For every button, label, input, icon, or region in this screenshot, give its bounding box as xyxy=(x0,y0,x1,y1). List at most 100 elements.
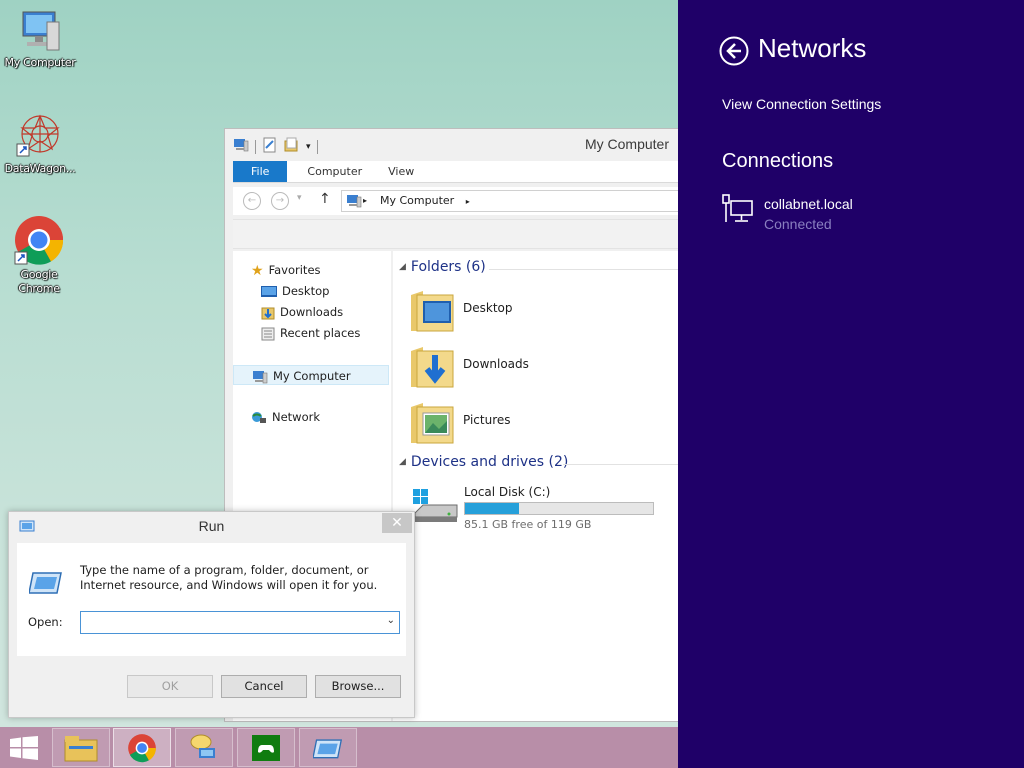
networks-charm-panel: Networks View Connection Settings Connec… xyxy=(678,0,1024,768)
drive-name: Local Disk (C:) xyxy=(464,485,551,499)
group-divider xyxy=(563,464,685,465)
properties-icon[interactable] xyxy=(262,137,278,156)
nav-label: Recent places xyxy=(280,326,361,340)
taskbar-chrome[interactable] xyxy=(113,728,171,767)
desktop-icon-label: Google Chrome xyxy=(18,268,60,295)
back-button[interactable]: ← xyxy=(243,192,261,210)
collapse-arrow-icon[interactable]: ◢ xyxy=(399,457,406,467)
drive-usage-bar xyxy=(464,502,654,515)
connections-header: Connections xyxy=(722,150,834,172)
ok-button[interactable]: OK xyxy=(127,675,213,698)
computer-small-icon xyxy=(347,195,362,208)
nav-label: Favorites xyxy=(268,263,321,277)
breadcrumb-my-computer[interactable]: My Computer xyxy=(380,194,454,207)
new-folder-icon[interactable] xyxy=(284,137,300,156)
back-button[interactable] xyxy=(719,36,749,69)
folder-name: Pictures xyxy=(463,413,511,427)
quick-access-toolbar: ▾ xyxy=(233,137,318,156)
desktop-icon-label: My Computer xyxy=(4,56,76,69)
run-dialog[interactable]: Run ✕ Type the name of a program, folder… xyxy=(8,511,415,718)
file-explorer-icon xyxy=(64,735,98,761)
chevron-right-icon[interactable]: ▸ xyxy=(466,197,470,206)
folder-pictures[interactable]: Pictures xyxy=(409,397,609,449)
toolbar-band xyxy=(233,219,685,249)
charm-title: Networks xyxy=(758,33,867,63)
forward-button[interactable]: → xyxy=(271,192,289,210)
nav-recent-places[interactable]: Recent places xyxy=(261,323,360,343)
drive-c-icon xyxy=(413,489,458,522)
chevron-down-icon[interactable]: ⌄ xyxy=(387,615,395,626)
ethernet-icon xyxy=(722,194,753,222)
open-input[interactable] xyxy=(81,612,371,633)
address-bar[interactable]: ▸ My Computer ▸ xyxy=(341,190,685,212)
taskbar-xbox-games[interactable] xyxy=(237,728,295,767)
computer-small-icon[interactable] xyxy=(233,138,249,155)
run-title: Run xyxy=(198,518,225,534)
folder-downloads[interactable]: Downloads xyxy=(409,341,609,393)
view-connection-settings-link[interactable]: View Connection Settings xyxy=(722,96,881,112)
collapse-arrow-icon[interactable]: ◢ xyxy=(399,262,406,272)
open-combobox[interactable]: ⌄ xyxy=(80,611,400,634)
nav-my-computer[interactable]: My Computer xyxy=(233,365,389,385)
explorer-titlebar[interactable]: ▾ My Computer xyxy=(225,129,683,159)
start-button[interactable] xyxy=(10,736,38,763)
network-name: collabnet.local xyxy=(764,196,853,212)
nav-network[interactable]: Network xyxy=(251,407,320,427)
up-arrow-icon[interactable]: ↑ xyxy=(319,191,331,207)
folder-desktop-icon xyxy=(411,291,454,332)
tab-view[interactable]: View xyxy=(382,161,420,182)
run-icon xyxy=(313,738,343,758)
group-label: Folders (6) xyxy=(410,259,486,275)
devices-group-header[interactable]: ◢ Devices and drives (2) xyxy=(399,454,568,470)
desktop-icon-my-computer[interactable]: My Computer xyxy=(0,10,80,70)
desktop-icon-label: DataWagon... xyxy=(4,162,76,175)
run-description: Type the name of a program, folder, docu… xyxy=(80,563,378,592)
browse-button[interactable]: Browse... xyxy=(315,675,401,698)
network-chat-icon xyxy=(190,734,215,758)
downloads-icon xyxy=(261,307,275,319)
nav-downloads[interactable]: Downloads xyxy=(261,302,343,322)
folder-name: Desktop xyxy=(463,301,513,315)
drive-local-disk-c[interactable]: Local Disk (C:) 85.1 GB free of 119 GB xyxy=(411,485,661,531)
folder-downloads-icon xyxy=(411,347,454,388)
computer-small-icon xyxy=(253,370,268,383)
taskbar-network-chat[interactable] xyxy=(175,728,233,767)
nav-favorites[interactable]: ★ Favorites xyxy=(251,260,321,280)
recent-places-icon xyxy=(261,327,275,340)
ribbon-tabs: File Computer View xyxy=(233,161,685,183)
computer-icon xyxy=(22,11,60,51)
run-body: Type the name of a program, folder, docu… xyxy=(17,543,406,656)
star-icon: ★ xyxy=(251,262,264,279)
network-connection-item[interactable]: collabnet.local Connected xyxy=(722,194,853,232)
desktop-icon-datawagon[interactable]: DataWagon... xyxy=(0,112,80,176)
run-titlebar[interactable]: Run ✕ xyxy=(9,512,414,542)
customize-qat-icon[interactable]: ▾ xyxy=(306,142,311,152)
tab-computer[interactable]: Computer xyxy=(287,161,382,182)
taskbar-file-explorer[interactable] xyxy=(52,728,110,767)
taskbar xyxy=(0,727,678,768)
close-button[interactable]: ✕ xyxy=(382,513,412,533)
content-pane: ◢ Folders (6) Desktop Downloads Pictures … xyxy=(393,251,685,721)
xbox-games-icon xyxy=(252,734,280,761)
nav-label: Network xyxy=(272,410,321,424)
network-status: Connected xyxy=(764,216,832,232)
back-arrow-icon xyxy=(719,36,749,66)
folder-desktop[interactable]: Desktop xyxy=(409,285,609,337)
datawagon-icon xyxy=(16,114,60,157)
desktop-icon xyxy=(261,285,277,297)
chrome-icon xyxy=(128,733,156,762)
tab-file[interactable]: File xyxy=(233,161,288,182)
folder-name: Downloads xyxy=(463,357,529,371)
folder-pictures-icon xyxy=(411,403,454,444)
folders-group-header[interactable]: ◢ Folders (6) xyxy=(399,259,486,275)
group-label: Devices and drives (2) xyxy=(410,454,569,470)
drive-usage-fill xyxy=(465,503,519,514)
nav-label: Downloads xyxy=(280,305,344,319)
taskbar-run[interactable] xyxy=(299,728,357,767)
start-icon xyxy=(10,736,38,760)
recent-locations-icon[interactable]: ▾ xyxy=(297,193,302,203)
nav-label: My Computer xyxy=(273,369,351,383)
cancel-button[interactable]: Cancel xyxy=(221,675,307,698)
nav-desktop[interactable]: Desktop xyxy=(261,281,329,301)
desktop-icon-google-chrome[interactable]: Google Chrome xyxy=(0,214,78,296)
